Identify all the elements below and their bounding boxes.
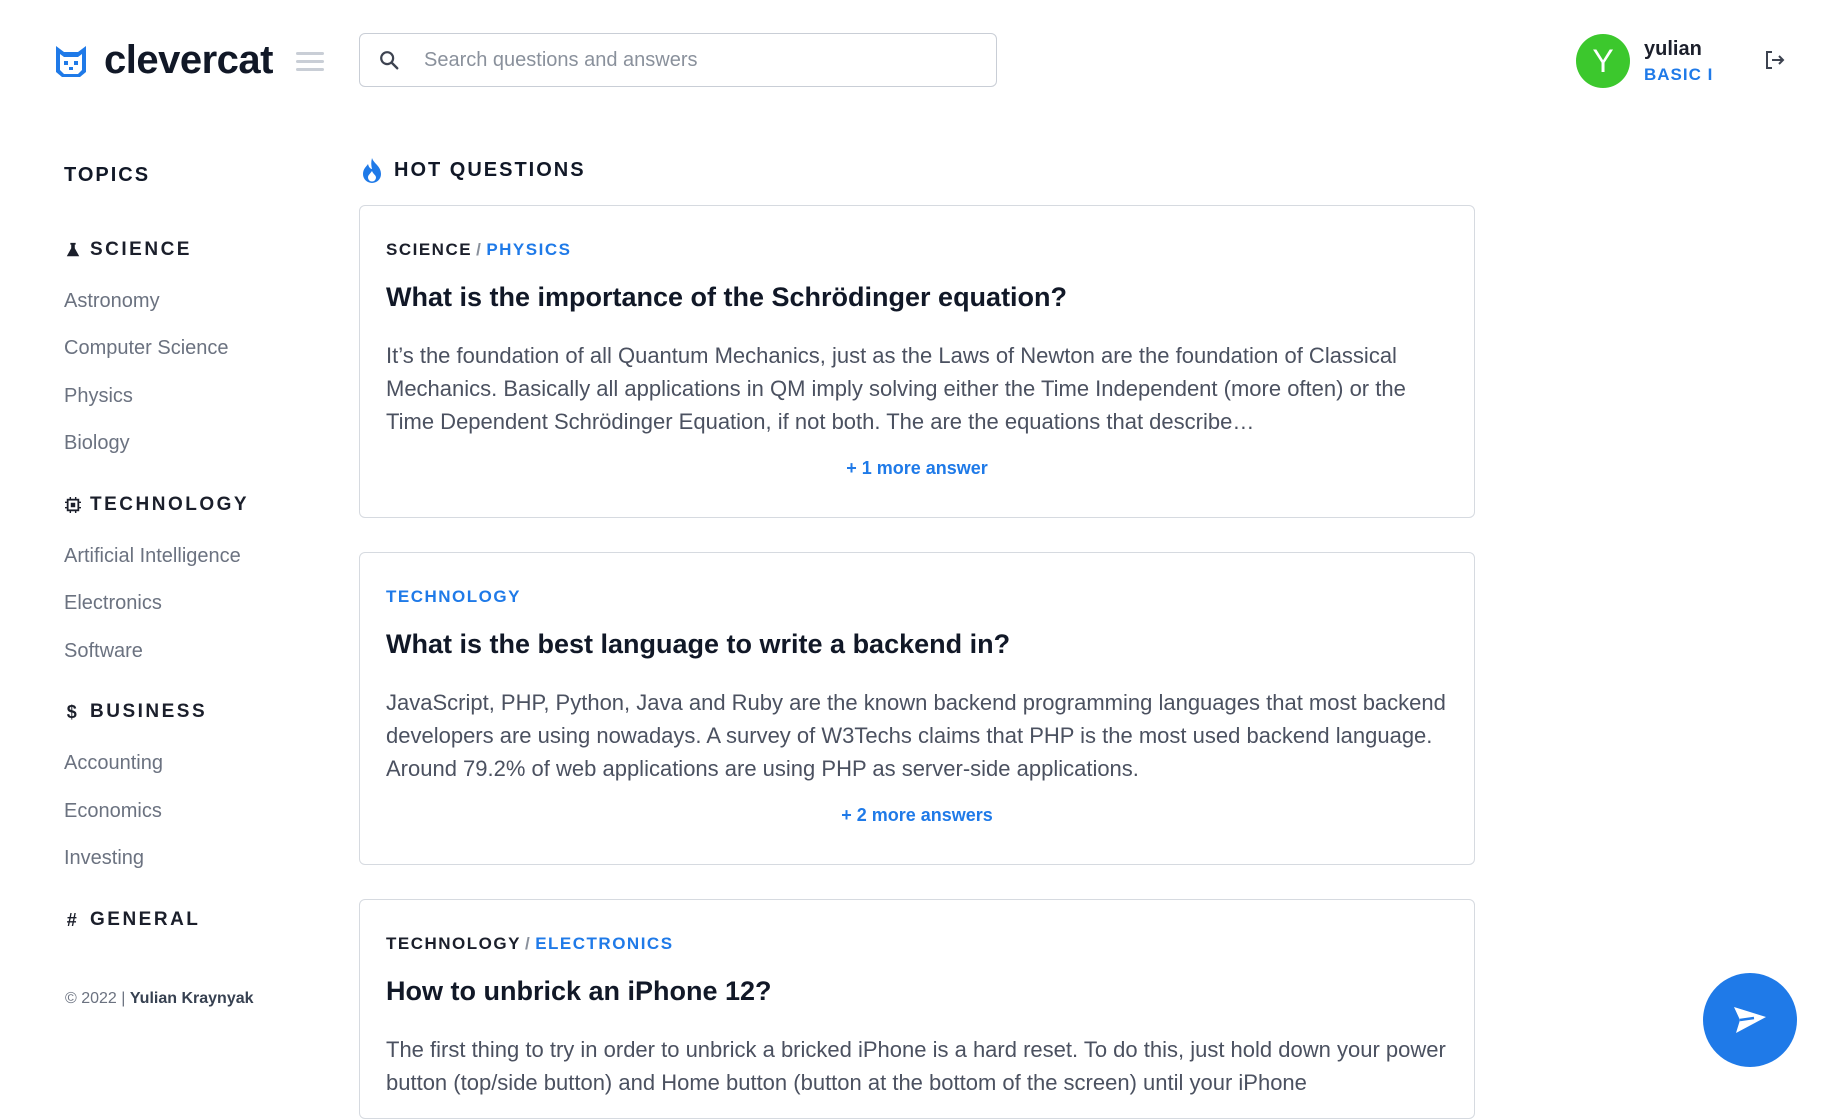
breadcrumb: TECHNOLOGY bbox=[386, 587, 1448, 607]
topic-investing[interactable]: Investing bbox=[64, 847, 144, 870]
topic-astronomy[interactable]: Astronomy bbox=[64, 290, 160, 313]
brand-name: clevercat bbox=[104, 38, 273, 82]
topic-biology[interactable]: Biology bbox=[64, 432, 130, 455]
question-card[interactable]: TECHNOLOGY / ELECTRONICS How to unbrick an… bbox=[359, 899, 1475, 1119]
user-menu[interactable]: Y yulian BASIC I bbox=[1576, 34, 1713, 88]
category-general[interactable]: # GENERAL bbox=[64, 909, 200, 931]
footer-author[interactable]: Yulian Kraynyak bbox=[130, 990, 254, 1007]
topic-physics[interactable]: Physics bbox=[64, 385, 133, 408]
question-title[interactable]: What is the best language to write a bac… bbox=[386, 629, 1448, 660]
hash-icon: # bbox=[66, 909, 80, 930]
search-box[interactable] bbox=[359, 33, 997, 87]
category-science[interactable]: SCIENCE bbox=[64, 239, 192, 261]
category-link[interactable]: TECHNOLOGY bbox=[386, 587, 521, 606]
question-title[interactable]: How to unbrick an iPhone 12? bbox=[386, 976, 1448, 1007]
user-info: yulian BASIC I bbox=[1644, 38, 1713, 85]
category-technology[interactable]: TECHNOLOGY bbox=[64, 494, 249, 516]
category-link[interactable]: TECHNOLOGY bbox=[386, 934, 521, 953]
search-input[interactable] bbox=[424, 48, 984, 72]
topics-title: TOPICS bbox=[64, 164, 151, 186]
ask-question-button[interactable] bbox=[1703, 973, 1797, 1067]
more-answers-link[interactable]: + 2 more answers bbox=[386, 805, 1448, 826]
answer-preview: JavaScript, PHP, Python, Java and Ruby a… bbox=[386, 690, 1446, 781]
topic-artificial-intelligence[interactable]: Artificial Intelligence bbox=[64, 545, 241, 568]
flask-icon bbox=[64, 241, 82, 259]
answer-preview: It’s the foundation of all Quantum Mecha… bbox=[386, 343, 1406, 434]
subcategory-link[interactable]: PHYSICS bbox=[486, 240, 571, 259]
footer-year: © 2022 | bbox=[65, 990, 126, 1007]
chip-icon bbox=[64, 496, 82, 514]
category-link[interactable]: SCIENCE bbox=[386, 240, 472, 259]
answer-preview: The first thing to try in order to unbri… bbox=[386, 1037, 1446, 1095]
breadcrumb: SCIENCE / PHYSICS bbox=[386, 240, 572, 259]
flame-icon bbox=[363, 158, 381, 183]
dollar-icon: $ bbox=[66, 701, 80, 722]
category-label: BUSINESS bbox=[90, 701, 208, 722]
question-card[interactable]: TECHNOLOGY What is the best language to … bbox=[359, 552, 1475, 865]
category-business[interactable]: $ BUSINESS bbox=[64, 701, 207, 723]
search-icon bbox=[380, 51, 399, 70]
hot-questions-header: HOT QUESTIONS bbox=[360, 156, 586, 184]
brand-logo[interactable]: clevercat bbox=[52, 38, 273, 83]
category-label: TECHNOLOGY bbox=[90, 494, 250, 515]
logout-icon[interactable] bbox=[1762, 48, 1786, 72]
question-title[interactable]: What is the importance of the Schrödinge… bbox=[386, 282, 1448, 313]
subcategory-link[interactable]: ELECTRONICS bbox=[535, 934, 673, 953]
avatar[interactable]: Y bbox=[1576, 34, 1630, 88]
topic-economics[interactable]: Economics bbox=[64, 800, 162, 823]
footer-credit: © 2022 | Yulian Kraynyak bbox=[65, 990, 254, 1008]
more-answers-link[interactable]: + 1 more answer bbox=[386, 458, 1448, 479]
section-title: HOT QUESTIONS bbox=[394, 158, 586, 181]
topic-electronics[interactable]: Electronics bbox=[64, 592, 162, 615]
user-plan-badge: BASIC I bbox=[1644, 64, 1714, 84]
send-icon bbox=[1734, 1007, 1766, 1033]
category-label: GENERAL bbox=[90, 909, 201, 930]
top-bar: clevercat Y yulian BASIC I bbox=[0, 0, 1842, 120]
category-label: SCIENCE bbox=[90, 239, 192, 260]
question-card[interactable]: SCIENCE / PHYSICS What is the importance o… bbox=[359, 205, 1475, 518]
topic-software[interactable]: Software bbox=[64, 640, 143, 663]
cat-logo-icon bbox=[56, 45, 86, 77]
breadcrumb: TECHNOLOGY / ELECTRONICS bbox=[386, 934, 674, 953]
menu-icon[interactable] bbox=[296, 52, 324, 72]
topic-accounting[interactable]: Accounting bbox=[64, 752, 163, 775]
topic-computer-science[interactable]: Computer Science bbox=[64, 337, 229, 360]
user-name: yulian bbox=[1644, 37, 1702, 60]
